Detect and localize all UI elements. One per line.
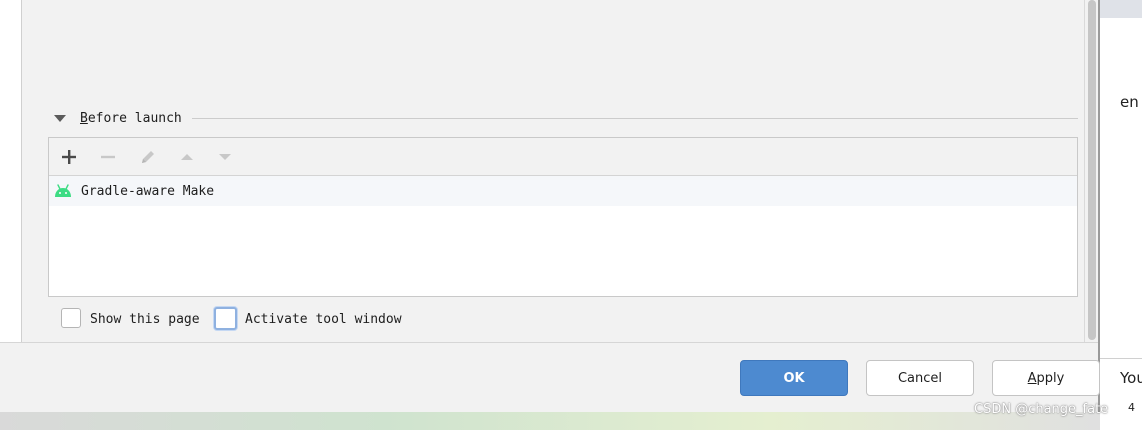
before-launch-section-header[interactable]: Before launch bbox=[52, 110, 1078, 128]
move-down-button[interactable] bbox=[213, 145, 237, 169]
android-icon bbox=[55, 184, 71, 197]
background-divider bbox=[1100, 358, 1142, 359]
add-task-button[interactable] bbox=[57, 145, 81, 169]
background-text-fragment: en bbox=[1120, 93, 1139, 111]
background-text-fragment: 4 bbox=[1128, 401, 1135, 414]
task-toolbar bbox=[49, 138, 1077, 176]
before-launch-task-panel: Gradle-aware Make bbox=[48, 137, 1078, 297]
activate-tool-window-checkbox[interactable] bbox=[214, 307, 237, 330]
list-item[interactable]: Gradle-aware Make bbox=[49, 176, 1077, 206]
section-title: Before launch bbox=[80, 111, 182, 126]
move-up-button[interactable] bbox=[175, 145, 199, 169]
edit-task-button[interactable] bbox=[136, 145, 160, 169]
watermark: CSDN @change_fate bbox=[974, 402, 1109, 417]
apply-button[interactable]: Apply bbox=[992, 360, 1100, 396]
pencil-icon bbox=[142, 151, 154, 163]
plus-icon bbox=[62, 150, 76, 164]
vertical-scrollbar[interactable] bbox=[1084, 0, 1098, 342]
background-window-bar bbox=[1100, 0, 1142, 18]
activate-tool-window-label: Activate tool window bbox=[245, 312, 402, 327]
remove-task-button[interactable] bbox=[96, 145, 120, 169]
desktop-background-strip bbox=[0, 412, 1100, 430]
scrollbar-thumb[interactable] bbox=[1088, 0, 1096, 340]
task-label: Gradle-aware Make bbox=[81, 184, 215, 199]
background-window: en You 4 bbox=[1100, 0, 1142, 430]
collapse-triangle-icon[interactable] bbox=[54, 115, 66, 122]
arrow-down-icon bbox=[219, 154, 231, 160]
task-list: Gradle-aware Make bbox=[49, 176, 1077, 297]
dialog-footer: OK Cancel Apply bbox=[0, 342, 1100, 412]
left-edge-panel bbox=[0, 0, 22, 342]
ok-button[interactable]: OK bbox=[740, 360, 848, 396]
minus-icon bbox=[101, 155, 115, 159]
cancel-button[interactable]: Cancel bbox=[866, 360, 974, 396]
section-separator bbox=[192, 118, 1078, 119]
background-text-fragment: You bbox=[1120, 369, 1142, 387]
show-this-page-label: Show this page bbox=[90, 312, 200, 327]
show-this-page-checkbox[interactable] bbox=[61, 308, 81, 328]
arrow-up-icon bbox=[181, 154, 193, 160]
